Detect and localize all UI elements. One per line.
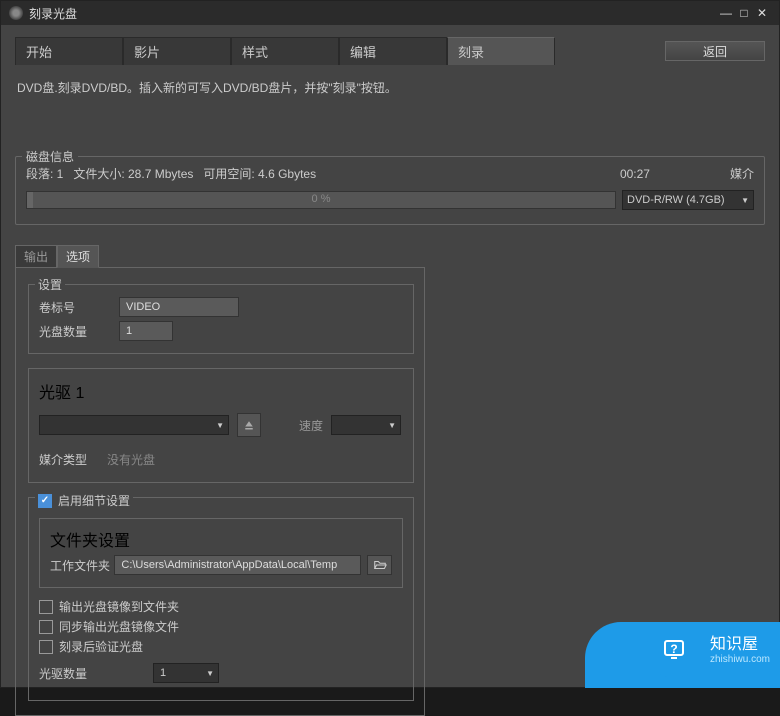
drive-select[interactable]: ▼ <box>39 415 229 435</box>
titlebar: 刻录光盘 — □ ✕ <box>1 1 779 25</box>
tab-start[interactable]: 开始 <box>15 37 123 65</box>
close-button[interactable]: ✕ <box>753 6 771 20</box>
sync-image-label: 同步输出光盘镜像文件 <box>59 618 179 635</box>
tab-style[interactable]: 样式 <box>231 37 339 65</box>
work-folder-input[interactable] <box>114 555 361 575</box>
media-label: 媒介 <box>730 165 754 182</box>
window-title: 刻录光盘 <box>29 5 717 22</box>
drive-legend: 光驱 1 <box>39 379 403 403</box>
watermark-logo-icon: ? <box>646 622 702 678</box>
settings-legend: 设置 <box>35 276 65 293</box>
return-button[interactable]: 返回 <box>665 41 765 61</box>
media-type-label: 媒介类型 <box>39 451 87 468</box>
volume-input[interactable] <box>119 297 239 317</box>
drive-group: 光驱 1 ▼ 速度 ▼ 媒介类型 没有光盘 <box>28 368 414 483</box>
disc-icon <box>9 6 23 20</box>
enable-detail-checkbox[interactable] <box>38 494 52 508</box>
main-tabs: 开始 影片 样式 编辑 刻录 返回 <box>15 37 765 65</box>
filesize-text: 文件大小: 28.7 Mbytes <box>73 165 193 182</box>
open-folder-icon <box>373 558 387 572</box>
eject-button[interactable] <box>237 413 261 437</box>
work-folder-label: 工作文件夹 <box>50 557 114 574</box>
verify-label: 刻录后验证光盘 <box>59 638 143 655</box>
instruction-text: DVD盘.刻录DVD/BD。插入新的可写入DVD/BD盘片，并按"刻录"按钮。 <box>15 65 765 116</box>
options-panel: 设置 卷标号 光盘数量 光驱 1 ▼ <box>15 267 425 716</box>
output-image-label: 输出光盘镜像到文件夹 <box>59 598 179 615</box>
freespace-text: 可用空间: 4.6 Gbytes <box>203 165 316 182</box>
tab-edit[interactable]: 编辑 <box>339 37 447 65</box>
watermark-url: zhishiwu.com <box>710 654 770 665</box>
speed-label: 速度 <box>299 417 323 434</box>
media-type-value: 没有光盘 <box>107 451 155 468</box>
drive-count-label: 光驱数量 <box>39 665 99 682</box>
tab-movie[interactable]: 影片 <box>123 37 231 65</box>
progress-pct: 0 % <box>27 193 615 205</box>
enable-detail-label: 启用细节设置 <box>58 492 130 509</box>
time-text: 00:27 <box>620 167 650 181</box>
subtab-output[interactable]: 输出 <box>15 245 57 267</box>
chevron-down-icon: ▼ <box>216 421 224 430</box>
folder-group: 文件夹设置 工作文件夹 <box>39 518 403 588</box>
watermark-brand: 知识屋 <box>710 635 770 654</box>
eject-icon <box>243 419 255 431</box>
folder-legend: 文件夹设置 <box>50 527 392 551</box>
disc-count-input[interactable] <box>119 321 173 341</box>
disc-info-group: 磁盘信息 段落: 1 文件大小: 28.7 Mbytes 可用空间: 4.6 G… <box>15 156 765 225</box>
settings-group: 设置 卷标号 光盘数量 <box>28 284 414 354</box>
disc-count-label: 光盘数量 <box>39 323 119 340</box>
watermark: ? 知识屋 zhishiwu.com <box>646 622 770 678</box>
verify-checkbox[interactable] <box>39 640 53 654</box>
disc-info-legend: 磁盘信息 <box>22 148 78 165</box>
sync-image-checkbox[interactable] <box>39 620 53 634</box>
svg-text:?: ? <box>670 642 677 656</box>
detail-group: 启用细节设置 文件夹设置 工作文件夹 输出光盘镜像到文件夹 <box>28 497 414 701</box>
minimize-button[interactable]: — <box>717 6 735 20</box>
subtab-options[interactable]: 选项 <box>57 245 99 268</box>
drive-count-select[interactable]: 1 ▼ <box>153 663 219 683</box>
segments-text: 段落: 1 <box>26 165 63 182</box>
sub-tabs: 输出 选项 <box>15 245 765 267</box>
output-image-checkbox[interactable] <box>39 600 53 614</box>
volume-label: 卷标号 <box>39 299 119 316</box>
browse-button[interactable] <box>367 555 392 575</box>
speed-select[interactable]: ▼ <box>331 415 401 435</box>
media-type-select[interactable]: DVD-R/RW (4.7GB) ▼ <box>622 190 754 210</box>
tab-burn[interactable]: 刻录 <box>447 37 555 65</box>
chevron-down-icon: ▼ <box>741 196 749 205</box>
chevron-down-icon: ▼ <box>388 421 396 430</box>
progress-bar: 0 % <box>26 191 616 209</box>
maximize-button[interactable]: □ <box>735 6 753 20</box>
chevron-down-icon: ▼ <box>206 669 214 678</box>
